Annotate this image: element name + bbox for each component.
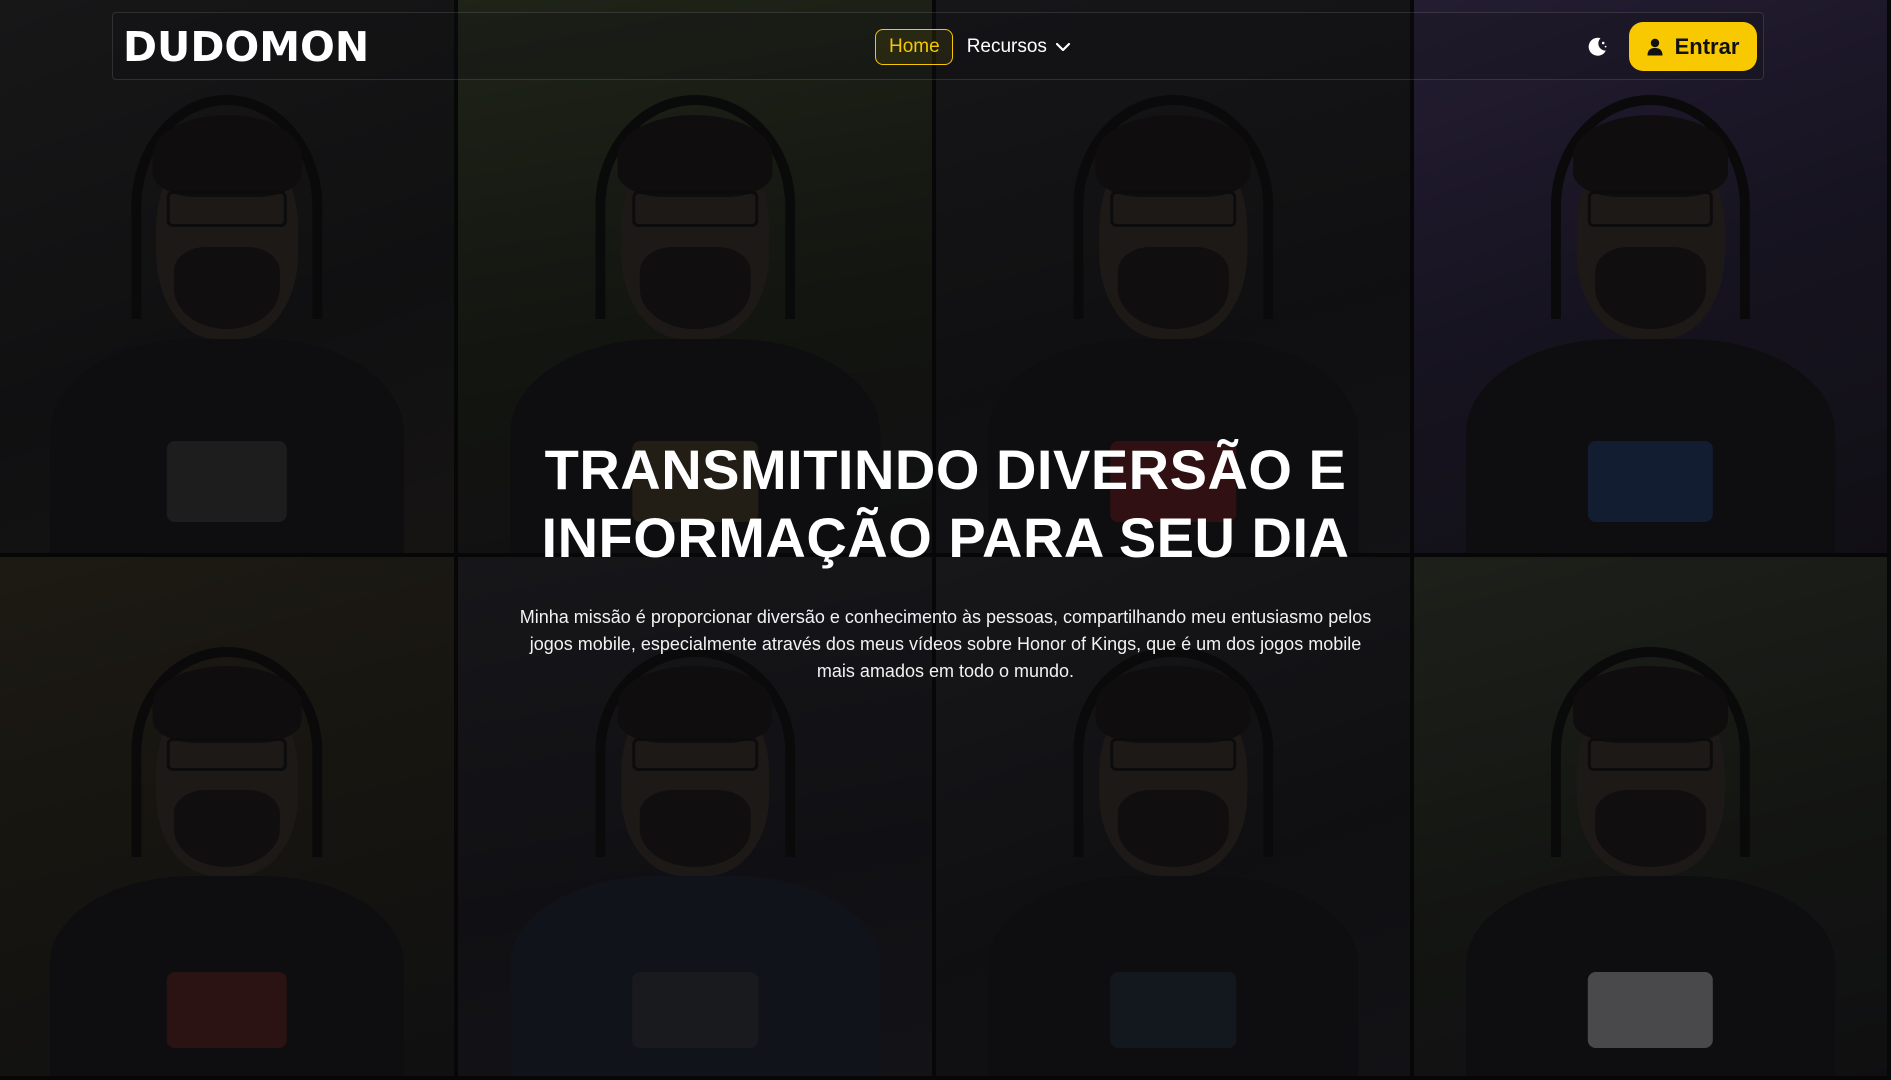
hero-description: Minha missão é proporcionar diversão e c…: [519, 607, 1372, 681]
hero-section: DUDOMON Home Recursos Entrar TRANSMITIND…: [0, 0, 1891, 1080]
login-button[interactable]: Entrar: [1629, 22, 1757, 71]
login-button-label: Entrar: [1674, 33, 1740, 59]
theme-toggle-button[interactable]: [1583, 33, 1611, 61]
nav-links: Home Recursos: [875, 29, 1071, 65]
nav-link-home[interactable]: Home: [875, 29, 953, 65]
user-icon: [1647, 38, 1663, 55]
chevron-down-icon: [1055, 42, 1071, 52]
site-logo[interactable]: DUDOMON: [123, 27, 369, 68]
moon-icon: [1588, 37, 1607, 56]
hero-headline-line-2: INFORMAÇÃO PARA SEU DIA: [541, 506, 1350, 569]
nav-dropdown-recursos[interactable]: Recursos: [967, 36, 1071, 58]
nav-dropdown-label: Recursos: [966, 36, 1047, 57]
hero-headline-line-1: TRANSMITINDO DIVERSÃO E: [544, 438, 1347, 501]
top-navbar: DUDOMON Home Recursos Entrar: [112, 12, 1764, 80]
hero-headline: TRANSMITINDO DIVERSÃO E INFORMAÇÃO PARA …: [0, 436, 1891, 572]
